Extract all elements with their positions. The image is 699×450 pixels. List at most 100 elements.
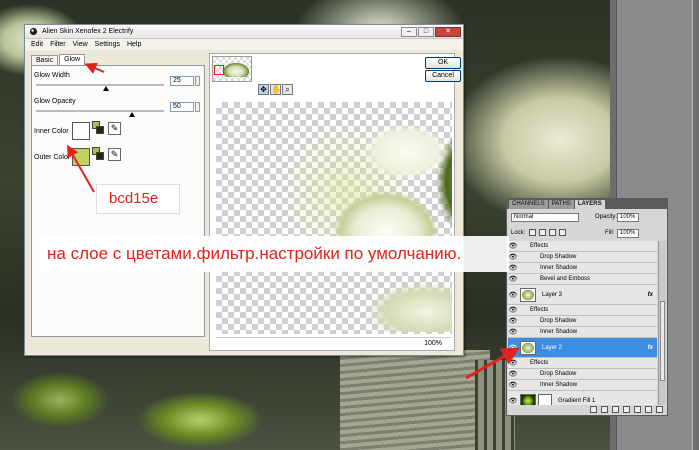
navigator-thumbnail[interactable] xyxy=(212,56,252,82)
layer-scrollbar[interactable] xyxy=(658,241,666,405)
add-mask-icon[interactable] xyxy=(612,406,619,413)
tab-layers[interactable]: LAYERS xyxy=(574,200,605,209)
lock-all-icon[interactable] xyxy=(559,229,566,236)
lock-transparency-icon[interactable] xyxy=(529,229,536,236)
effect-label: Effects xyxy=(530,243,549,249)
lily-image xyxy=(316,102,452,332)
glow-width-input[interactable]: 25 xyxy=(170,76,194,86)
tab-channels[interactable]: CHANNELS xyxy=(509,200,548,209)
effect-bevel-and-emboss[interactable]: 👁 Bevel and Emboss xyxy=(508,274,657,285)
layers-toolbar xyxy=(507,404,667,415)
cancel-button[interactable]: Cancel xyxy=(425,70,461,82)
lock-pixels-icon[interactable] xyxy=(539,229,546,236)
layer-name: Layer 3 xyxy=(542,291,563,298)
glow-width-slider[interactable] xyxy=(36,84,164,86)
fx-icon[interactable]: fx xyxy=(648,345,653,351)
minimize-button[interactable]: – xyxy=(401,26,417,37)
visibility-eye-icon[interactable]: 👁 xyxy=(508,275,518,283)
effect-label: Drop Shadow xyxy=(540,371,577,377)
tab-basic[interactable]: Basic xyxy=(31,55,59,65)
effects-row[interactable]: 👁 Effects xyxy=(508,241,657,252)
hand-tool-icon[interactable]: ✋ xyxy=(270,84,281,95)
visibility-eye-icon[interactable]: 👁 xyxy=(508,359,518,367)
glow-opacity-thumb[interactable] xyxy=(129,112,135,117)
preview-tools: ✥ ✋ ⌕ xyxy=(258,84,293,95)
link-layers-icon[interactable] xyxy=(590,406,597,413)
layer-row-gradient-fill-1[interactable]: 👁 Gradient Fill 1 xyxy=(508,391,657,405)
inner-eyedropper-icon[interactable]: ✎ xyxy=(108,122,121,135)
boardwalk-image xyxy=(340,350,490,450)
color-note: bcd15e xyxy=(96,184,180,214)
fill-input[interactable]: 100% xyxy=(617,229,639,238)
ok-button[interactable]: OK xyxy=(425,57,461,69)
fx-icon[interactable]: fx xyxy=(648,292,653,298)
fill-label: Fill: xyxy=(605,230,615,236)
visibility-eye-icon[interactable]: 👁 xyxy=(508,291,518,299)
layers-panel: CHANNELS PATHS LAYERS Normal Opacity: 10… xyxy=(506,198,668,416)
view-selection-box[interactable] xyxy=(214,65,224,75)
layer-row-layer-2[interactable]: 👁 Layer 2 fx xyxy=(508,338,657,358)
layer-row-layer-3[interactable]: 👁 Layer 3 fx xyxy=(508,285,657,305)
visibility-eye-icon[interactable]: 👁 xyxy=(508,317,518,325)
menu-bar: Edit Filter View Settings Help xyxy=(25,39,463,50)
effect-drop-shadow[interactable]: 👁 Drop Shadow xyxy=(508,369,657,380)
maximize-button[interactable]: □ xyxy=(418,26,434,37)
layer-name: Gradient Fill 1 xyxy=(558,397,596,404)
alien-skin-icon xyxy=(29,27,38,36)
tab-paths[interactable]: PATHS xyxy=(548,200,574,209)
outer-color-preset-b[interactable] xyxy=(96,152,104,160)
visibility-eye-icon[interactable]: 👁 xyxy=(508,370,518,378)
opacity-label: Opacity: xyxy=(595,214,618,220)
visibility-eye-icon[interactable]: 👁 xyxy=(508,381,518,389)
new-layer-icon[interactable] xyxy=(645,406,652,413)
menu-filter[interactable]: Filter xyxy=(50,41,66,48)
delete-layer-icon[interactable] xyxy=(656,406,663,413)
effects-row[interactable]: 👁 Effects xyxy=(508,305,657,316)
outer-color-swatch[interactable] xyxy=(72,148,90,166)
visibility-eye-icon[interactable]: 👁 xyxy=(508,306,518,314)
inner-color-swatch[interactable] xyxy=(72,122,90,140)
layer-list: 👁 Effects 👁 Drop Shadow 👁 Inner Shadow 👁 Bevel … xyxy=(508,241,657,405)
effect-drop-shadow[interactable]: 👁 Drop Shadow xyxy=(508,316,657,327)
visibility-eye-icon[interactable]: 👁 xyxy=(508,344,518,352)
visibility-eye-icon[interactable]: 👁 xyxy=(508,264,518,272)
glow-width-spinner[interactable] xyxy=(195,76,200,86)
effect-label: Effects xyxy=(530,307,549,313)
menu-view[interactable]: View xyxy=(73,41,88,48)
layer-thumbnail xyxy=(520,287,536,302)
visibility-eye-icon[interactable]: 👁 xyxy=(508,328,518,336)
lock-position-icon[interactable] xyxy=(549,229,556,236)
effect-drop-shadow[interactable]: 👁 Drop Shadow xyxy=(508,252,657,263)
adjustment-layer-icon[interactable] xyxy=(623,406,630,413)
close-button[interactable]: ✕ xyxy=(435,26,461,37)
scrollbar-thumb[interactable] xyxy=(660,301,665,381)
menu-edit[interactable]: Edit xyxy=(31,41,43,48)
pick-tool-icon[interactable]: ✥ xyxy=(258,84,269,95)
dialog-titlebar[interactable]: Alien Skin Xenofex 2 Electrify – □ ✕ xyxy=(25,25,463,39)
glow-opacity-spinner[interactable] xyxy=(195,102,200,112)
zoom-tool-icon[interactable]: ⌕ xyxy=(282,84,293,95)
effect-inner-shadow[interactable]: 👁 Inner Shadow xyxy=(508,327,657,338)
add-style-icon[interactable] xyxy=(601,406,608,413)
outer-color-label: Outer Color xyxy=(34,154,71,161)
preview-canvas[interactable] xyxy=(216,102,452,334)
instruction-banner: на слое с цветами.фильтр.настройки по ум… xyxy=(39,236,509,272)
visibility-eye-icon[interactable]: 👁 xyxy=(508,242,518,250)
new-group-icon[interactable] xyxy=(634,406,641,413)
glow-opacity-slider[interactable] xyxy=(36,110,164,112)
opacity-input[interactable]: 100% xyxy=(617,213,639,222)
tab-glow[interactable]: Glow xyxy=(59,54,86,65)
blend-mode-select[interactable]: Normal xyxy=(511,213,579,222)
effects-row[interactable]: 👁 Effects xyxy=(508,358,657,369)
outer-eyedropper-icon[interactable]: ✎ xyxy=(108,148,121,161)
visibility-eye-icon[interactable]: 👁 xyxy=(508,253,518,261)
menu-settings[interactable]: Settings xyxy=(95,41,120,48)
effect-label: Inner Shadow xyxy=(540,265,578,271)
effect-inner-shadow[interactable]: 👁 Inner Shadow xyxy=(508,263,657,274)
inner-color-preset-b[interactable] xyxy=(96,126,104,134)
glow-width-thumb[interactable] xyxy=(103,86,110,91)
effect-inner-shadow[interactable]: 👁 Inner Shadow xyxy=(508,380,657,391)
glow-opacity-input[interactable]: 50 xyxy=(170,102,194,112)
layer-name: Layer 2 xyxy=(542,344,563,351)
menu-help[interactable]: Help xyxy=(127,41,141,48)
